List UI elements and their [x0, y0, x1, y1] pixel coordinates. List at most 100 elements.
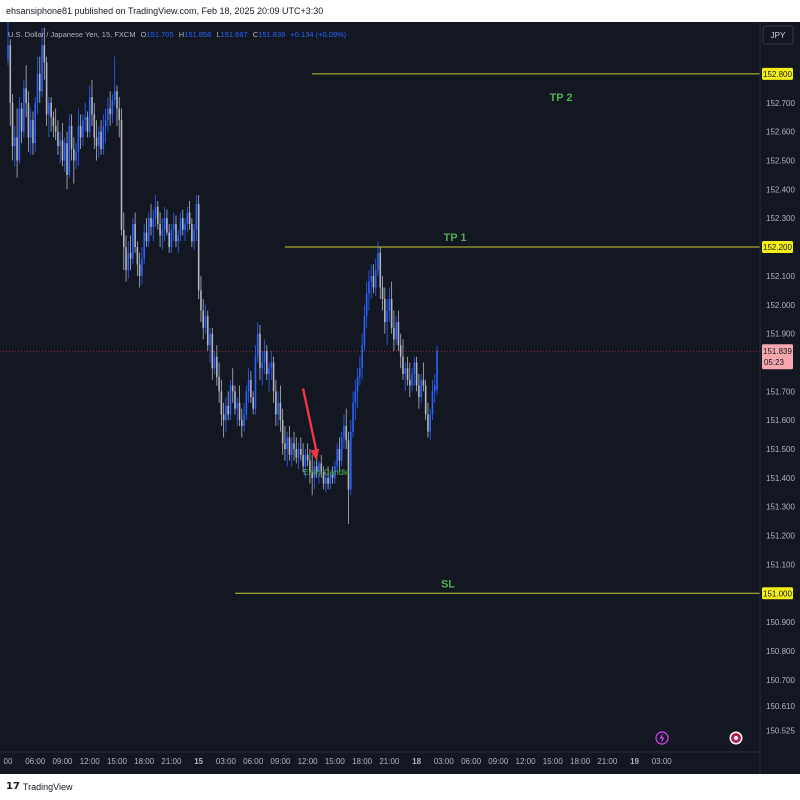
price-tick-label: 151.200	[766, 532, 795, 541]
candle-body	[111, 99, 114, 115]
time-tick-label: 09:00	[52, 757, 73, 766]
time-tick-label: 06:00	[461, 757, 482, 766]
candle-body	[265, 350, 268, 375]
candle-body	[388, 298, 391, 311]
candle-body	[415, 362, 418, 386]
candle-body	[252, 397, 254, 409]
candle-body	[186, 212, 189, 224]
candle-body	[247, 379, 250, 392]
candle-body	[290, 443, 293, 455]
candle-body	[7, 45, 9, 60]
candle-body	[52, 117, 55, 126]
candle-body	[343, 425, 345, 438]
candle-body	[256, 333, 259, 357]
currency-badge[interactable]: JPY	[762, 25, 794, 45]
time-tick-label: 12:00	[80, 757, 101, 766]
candle-body	[304, 454, 307, 467]
time-tick-label: 03:00	[652, 757, 673, 766]
candle-body	[397, 322, 400, 346]
candle-body	[27, 102, 30, 138]
chart-area[interactable]: TP 2 152.800 TP 1 152.200 SL 151.000 Entry Ca…	[0, 22, 800, 774]
candle-body	[370, 275, 372, 282]
candle-body	[245, 391, 248, 415]
symbol-name: U.S. Dollar / Japanese Yen, 15, FXCM	[8, 30, 136, 39]
level-name-label: TP 1	[443, 232, 466, 244]
candle-body	[420, 379, 422, 398]
candle-body	[216, 356, 218, 377]
candle-body	[179, 218, 182, 236]
candle-body	[32, 120, 34, 144]
candle-body	[93, 114, 96, 138]
candle-body	[181, 218, 184, 230]
time-tick-label: 18	[412, 757, 421, 766]
time-tick-label: 00	[4, 757, 13, 766]
candle-body	[275, 391, 277, 415]
candle-body	[54, 125, 57, 132]
price-tick-label: 151.900	[766, 330, 795, 339]
record-icon[interactable]	[729, 731, 743, 745]
candle-body	[402, 356, 404, 375]
candle-body	[406, 368, 409, 380]
candle-body	[231, 385, 234, 392]
candle-body	[372, 275, 375, 288]
candle-body	[45, 62, 48, 115]
candle-body	[227, 405, 229, 415]
candle-body	[220, 391, 223, 415]
candle-body	[295, 449, 298, 458]
candle-body	[336, 449, 338, 467]
candle-body	[172, 223, 175, 230]
candle-body	[25, 88, 27, 103]
candle-body	[138, 264, 141, 276]
candle-body	[433, 385, 436, 392]
candle-body	[41, 45, 43, 92]
price-tick-label: 152.700	[766, 99, 795, 108]
candle-body	[118, 108, 121, 121]
candle-body	[390, 298, 393, 328]
footer-bar: 17 TradingView	[0, 774, 800, 800]
candle-body	[70, 125, 73, 149]
tradingview-logo[interactable]: 17 TradingView	[6, 781, 72, 792]
candle-body	[284, 443, 286, 450]
candle-body	[145, 232, 148, 242]
candle-body	[168, 232, 170, 248]
candle-body	[340, 437, 343, 461]
candle-body	[268, 368, 270, 375]
candle-body	[141, 258, 143, 276]
candle-body	[177, 235, 180, 242]
candle-body	[175, 223, 177, 242]
time-tick-label: 06:00	[25, 757, 46, 766]
level-name-label: SL	[441, 578, 455, 590]
candle-body	[384, 298, 386, 323]
candle-body	[109, 108, 111, 115]
candle-body	[368, 281, 370, 294]
candle-body	[197, 203, 200, 291]
candle-body	[365, 293, 368, 317]
candle-body	[306, 454, 309, 461]
candle-body	[18, 108, 21, 161]
candle-body	[127, 252, 130, 271]
time-tick-label: 06:00	[243, 757, 264, 766]
candle-body	[159, 223, 161, 236]
candle-body	[84, 117, 86, 121]
candle-body	[229, 385, 232, 415]
candle-body	[91, 97, 93, 115]
candle-body	[213, 356, 216, 369]
close-value: 151.839	[258, 30, 285, 39]
candle-body	[68, 125, 71, 175]
candle-body	[261, 362, 264, 369]
candle-body	[204, 316, 207, 328]
candle-body	[154, 206, 157, 219]
candle-body	[202, 310, 205, 328]
candle-body	[75, 151, 77, 161]
time-tick-label: 18:00	[134, 757, 155, 766]
price-tick-label: 150.610	[766, 702, 795, 711]
price-chart[interactable]: TP 2 152.800 TP 1 152.200 SL 151.000 Entry Ca…	[0, 22, 800, 774]
candle	[436, 345, 438, 396]
candle	[120, 108, 123, 236]
time-tick-label: 12:00	[516, 757, 537, 766]
candle-body	[431, 391, 434, 415]
candle-body	[122, 229, 125, 248]
candle	[132, 218, 134, 265]
candle-body	[134, 223, 136, 248]
price-tick-label: 152.500	[766, 156, 795, 165]
